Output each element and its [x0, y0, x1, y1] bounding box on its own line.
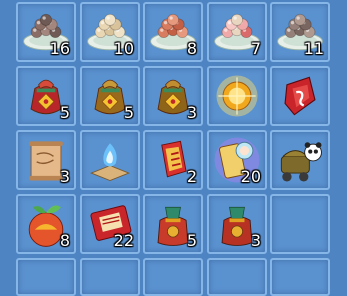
inventory-slot[interactable] — [207, 66, 267, 126]
item-count: 3 — [250, 231, 261, 250]
inventory-slot-empty[interactable] — [16, 258, 76, 296]
inventory-slot-empty[interactable] — [80, 258, 140, 296]
item-count: 8 — [59, 231, 70, 250]
item-count: 20 — [240, 167, 261, 186]
item-count: 11 — [303, 39, 324, 58]
inventory-slot[interactable]: 2 — [143, 130, 203, 190]
item-count: 2 — [186, 167, 197, 186]
item-count: 5 — [123, 103, 134, 122]
inventory-slot[interactable] — [80, 130, 140, 190]
item-count: 3 — [59, 167, 70, 186]
inventory-slot[interactable] — [270, 130, 330, 190]
inventory-slot[interactable]: 22 — [80, 194, 140, 254]
item-count: 5 — [186, 231, 197, 250]
inventory-slot[interactable]: 5 — [16, 66, 76, 126]
inventory-slot[interactable]: 5 — [143, 194, 203, 254]
inventory-slot-empty[interactable] — [207, 258, 267, 296]
red-rune-stone-icon — [284, 76, 316, 116]
inventory-slot-empty[interactable] — [270, 194, 330, 254]
inventory-slot[interactable]: 8 — [143, 2, 203, 62]
item-count: 7 — [250, 39, 261, 58]
inventory-slot[interactable]: 8 — [16, 194, 76, 254]
panda-treasure-cart-icon — [280, 142, 322, 182]
item-count: 8 — [186, 39, 197, 58]
blue-flame-cushion-icon — [90, 143, 130, 182]
inventory-slot[interactable]: 20 — [207, 130, 267, 190]
item-count: 16 — [49, 39, 70, 58]
item-count: 22 — [113, 231, 134, 250]
inventory-slot[interactable]: 16 — [16, 2, 76, 62]
glowing-gold-orb-icon — [216, 75, 258, 117]
inventory-slot[interactable]: 5 — [80, 66, 140, 126]
item-count: 5 — [59, 103, 70, 122]
inventory-slot[interactable]: 3 — [143, 66, 203, 126]
inventory-grid: 16 10 8 7 11 5 5 3 3 2 20 8 22 5 3 — [0, 0, 347, 296]
inventory-slot-empty[interactable] — [270, 258, 330, 296]
inventory-slot[interactable]: 3 — [16, 130, 76, 190]
inventory-slot[interactable]: 10 — [80, 2, 140, 62]
inventory-slot[interactable] — [270, 66, 330, 126]
inventory-slot[interactable]: 3 — [207, 194, 267, 254]
item-count: 3 — [186, 103, 197, 122]
inventory-slot-empty[interactable] — [143, 258, 203, 296]
item-count: 10 — [113, 39, 134, 58]
inventory-slot[interactable]: 7 — [207, 2, 267, 62]
inventory-slot[interactable]: 11 — [270, 2, 330, 62]
